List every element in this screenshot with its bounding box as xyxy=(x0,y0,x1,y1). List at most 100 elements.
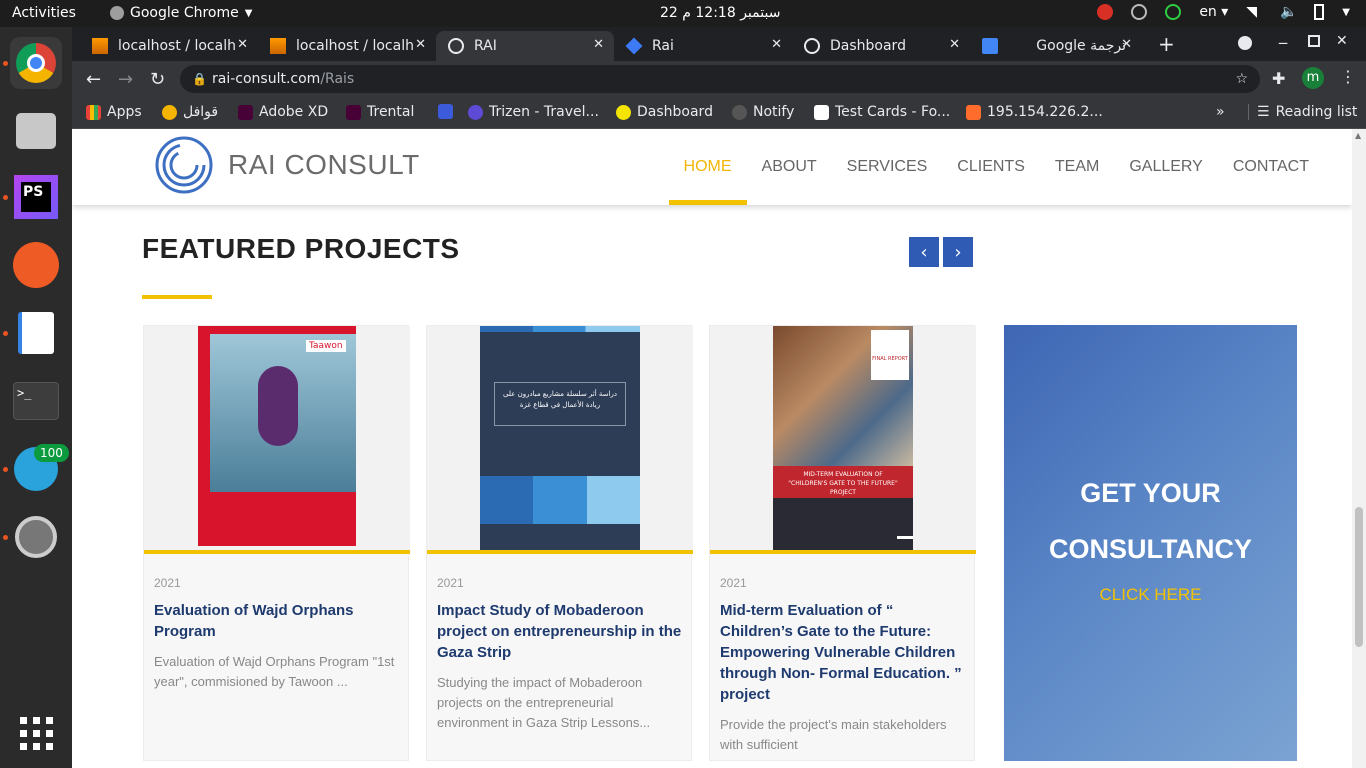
settings-dock-icon[interactable] xyxy=(10,511,62,563)
consultancy-cta-banner[interactable]: GET YOUR CONSULTANCY CLICK HERE xyxy=(1004,325,1297,761)
whatsapp-icon[interactable] xyxy=(1131,4,1148,20)
project-title[interactable]: Mid-term Evaluation of “ Children’s Gate… xyxy=(720,600,966,705)
close-tab-icon[interactable]: ✕ xyxy=(415,37,426,52)
phpmyadmin-icon xyxy=(270,38,286,54)
bookmark-adobe-xd[interactable]: Adobe XD xyxy=(238,104,328,120)
wifi-icon[interactable]: ◥ xyxy=(1246,4,1262,20)
app-menu-label: Google Chrome xyxy=(130,5,239,21)
project-card[interactable]: FINAL REPORT MID-TERM EVALUATION OF "CHI… xyxy=(709,325,976,761)
running-indicator xyxy=(3,535,8,540)
tab-rai-active[interactable]: RAI ✕ xyxy=(436,31,614,61)
cta-click-here-link[interactable]: CLICK HERE xyxy=(1004,585,1297,605)
extensions-icon[interactable]: ✚ xyxy=(1272,69,1285,88)
forward-icon[interactable]: → xyxy=(118,69,133,90)
final-report-badge: FINAL REPORT xyxy=(871,330,909,380)
nav-contact[interactable]: CONTACT xyxy=(1218,129,1324,205)
back-icon[interactable]: ← xyxy=(86,69,101,90)
bookmark-qawafel[interactable]: قوافل xyxy=(162,104,218,120)
running-indicator xyxy=(3,195,8,200)
tab-dashboard[interactable]: Dashboard ✕ xyxy=(792,31,970,61)
app-menu[interactable]: Google Chrome ▼ xyxy=(110,5,252,21)
r-icon xyxy=(438,104,453,119)
close-tab-icon[interactable]: ✕ xyxy=(771,37,782,52)
project-title[interactable]: Impact Study of Mobaderoon project on en… xyxy=(437,600,683,663)
address-bar[interactable]: 🔒 rai-consult.com/Rais ☆ xyxy=(180,65,1260,93)
more-bookmarks-button[interactable]: » xyxy=(1216,104,1225,120)
scrollbar-thumb[interactable] xyxy=(1355,507,1363,647)
bookmark-trental[interactable]: Trental xyxy=(346,104,414,120)
files-dock-icon[interactable] xyxy=(10,105,62,157)
section-title: FEATURED PROJECTS xyxy=(142,233,460,264)
project-title[interactable]: Evaluation of Wajd Orphans Program xyxy=(154,600,400,642)
globe-icon xyxy=(804,38,820,54)
carousel-prev-button[interactable]: ‹ xyxy=(909,237,939,267)
nav-gallery[interactable]: GALLERY xyxy=(1114,129,1218,205)
phpstorm-dock-icon[interactable]: PS xyxy=(10,171,62,223)
nav-team[interactable]: TEAM xyxy=(1040,129,1114,205)
telegram-badge: 100 xyxy=(34,444,69,462)
page-scrollbar[interactable]: ▲ xyxy=(1352,129,1366,768)
project-year: 2021 xyxy=(720,576,747,590)
tab-localhost-1[interactable]: localhost / localh ✕ xyxy=(80,31,258,61)
logo-text: RAI CONSULT xyxy=(228,149,420,180)
web-page: RAI CONSULT HOME ABOUT SERVICES CLIENTS … xyxy=(72,129,1352,768)
lock-icon[interactable]: 🔒 xyxy=(192,65,207,93)
close-tab-icon[interactable]: ✕ xyxy=(237,37,248,52)
postman-dock-icon[interactable] xyxy=(10,239,62,291)
tab-localhost-2[interactable]: localhost / localh ✕ xyxy=(258,31,436,61)
clock[interactable]: 22 سبتمبر 12:18 م xyxy=(660,5,780,21)
project-description: Studying the impact of Mobaderoon projec… xyxy=(437,675,651,730)
new-tab-button[interactable]: + xyxy=(1158,32,1175,56)
site-logo[interactable]: RAI CONSULT xyxy=(154,135,420,195)
nav-services[interactable]: SERVICES xyxy=(832,129,943,205)
tab-rai[interactable]: Rai ✕ xyxy=(614,31,792,61)
bookmark-trizen[interactable]: Trizen - Travel... xyxy=(468,104,599,120)
bookmark-ip[interactable]: 195.154.226.2... xyxy=(966,104,1103,120)
project-year: 2021 xyxy=(154,576,181,590)
volume-icon[interactable]: 🔈 xyxy=(1280,4,1297,20)
bookmark-notify[interactable]: Notify xyxy=(732,104,794,120)
close-tab-icon[interactable]: ✕ xyxy=(1121,37,1132,52)
show-apps-icon[interactable] xyxy=(10,707,62,759)
terminal-dock-icon[interactable]: >_ xyxy=(10,375,62,427)
maximize-icon[interactable] xyxy=(1308,35,1320,47)
bookmark-test-cards[interactable]: Test Cards - Fo... xyxy=(814,104,950,120)
bookmark-dashboard[interactable]: Dashboard xyxy=(616,104,713,120)
chrome-notification-icon[interactable] xyxy=(1097,4,1114,20)
bookmark-star-icon[interactable]: ☆ xyxy=(1235,65,1248,93)
system-tray[interactable]: en ▾ ◥ 🔈 ▼ xyxy=(1097,4,1350,20)
activities-button[interactable]: Activities xyxy=(12,5,76,21)
close-tab-icon[interactable]: ✕ xyxy=(949,37,960,52)
minimize-icon[interactable]: ‒ xyxy=(1278,33,1288,52)
language-indicator[interactable]: en ▾ xyxy=(1199,4,1228,20)
close-tab-icon[interactable]: ✕ xyxy=(593,37,604,52)
chevron-down-icon[interactable]: ▼ xyxy=(1342,7,1350,18)
bookmark-apps[interactable]: Apps xyxy=(86,104,142,120)
check-status-icon[interactable] xyxy=(1165,4,1182,20)
nav-clients[interactable]: CLIENTS xyxy=(942,129,1040,205)
project-card[interactable]: دراسة أثر سلسلة مشاريع مبادرون على ريادة… xyxy=(426,325,693,761)
dock: PS >_ 100 xyxy=(0,27,72,768)
github-icon xyxy=(732,104,747,120)
profile-avatar[interactable]: m xyxy=(1302,67,1324,89)
close-window-icon[interactable]: ✕ xyxy=(1336,33,1348,49)
running-indicator xyxy=(3,331,8,336)
bookmark-r[interactable] xyxy=(438,104,453,119)
battery-icon[interactable] xyxy=(1314,4,1325,20)
nav-about[interactable]: ABOUT xyxy=(747,129,832,205)
qawafel-icon xyxy=(162,104,177,120)
scroll-up-icon[interactable]: ▲ xyxy=(1355,131,1361,140)
tab-search-icon[interactable] xyxy=(1238,36,1252,50)
card-icon xyxy=(814,104,829,120)
tab-google-translate[interactable]: Google ترجمة ✕ xyxy=(970,31,1142,61)
text-editor-dock-icon[interactable] xyxy=(10,307,62,359)
reload-icon[interactable]: ↻ xyxy=(150,69,165,90)
reading-list-icon: ☰ xyxy=(1257,104,1270,120)
carousel-next-button[interactable]: › xyxy=(943,237,973,267)
reading-list-button[interactable]: ☰ Reading list xyxy=(1248,104,1357,120)
menu-kebab-icon[interactable]: ⋮ xyxy=(1340,67,1356,86)
chrome-dock-icon[interactable] xyxy=(10,37,62,89)
running-indicator xyxy=(3,61,8,66)
project-card[interactable]: Taawon 2021 Evaluation of Wajd Orphans P… xyxy=(143,325,410,761)
nav-home[interactable]: HOME xyxy=(668,129,747,205)
